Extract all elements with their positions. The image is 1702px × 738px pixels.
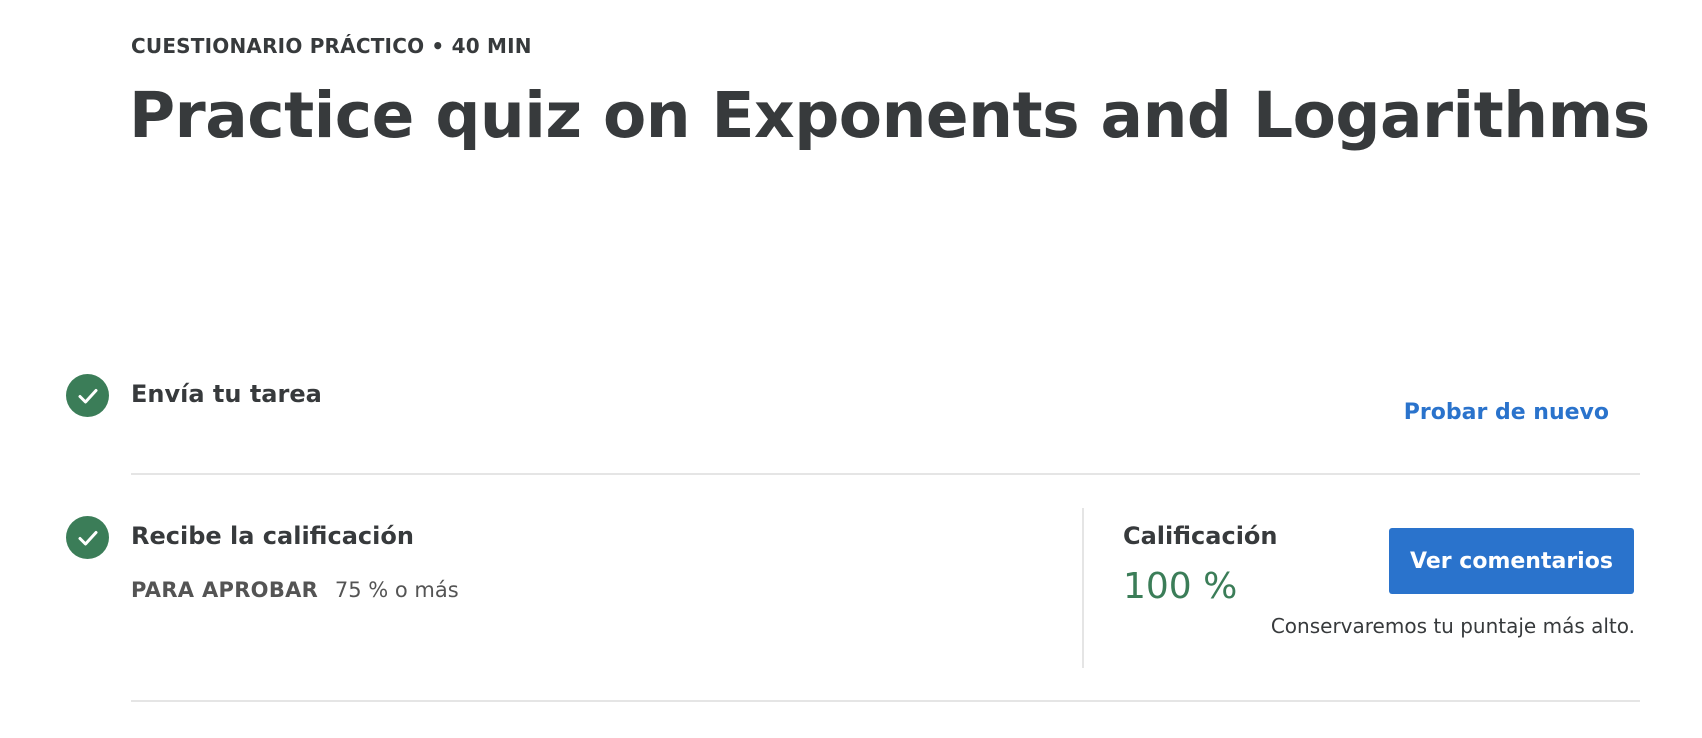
page-title: Practice quiz on Exponents and Logarithm…	[129, 79, 1650, 152]
grade-label: Calificación	[1123, 522, 1278, 550]
item-type-label: CUESTIONARIO PRÁCTICO • 40 MIN	[131, 34, 532, 58]
step-grade-title: Recibe la calificación	[131, 522, 414, 550]
highest-score-note: Conservaremos tu puntaje más alto.	[1270, 614, 1635, 638]
passing-value: 75 % o más	[334, 578, 459, 602]
view-feedback-button[interactable]: Ver comentarios	[1389, 528, 1634, 594]
step-submit-title: Envía tu tarea	[131, 380, 322, 408]
try-again-link[interactable]: Probar de nuevo	[1404, 400, 1609, 425]
vertical-divider	[1082, 508, 1084, 668]
divider	[131, 473, 1640, 475]
check-circle-icon	[66, 516, 109, 559]
grade-value: 100 %	[1123, 566, 1238, 607]
passing-label: PARA APROBAR	[131, 578, 319, 602]
divider	[131, 700, 1640, 702]
check-circle-icon	[66, 374, 109, 417]
passing-requirement: PARA APROBAR 75 % o más	[131, 578, 459, 602]
quiz-page: CUESTIONARIO PRÁCTICO • 40 MIN Practice …	[0, 0, 1702, 738]
